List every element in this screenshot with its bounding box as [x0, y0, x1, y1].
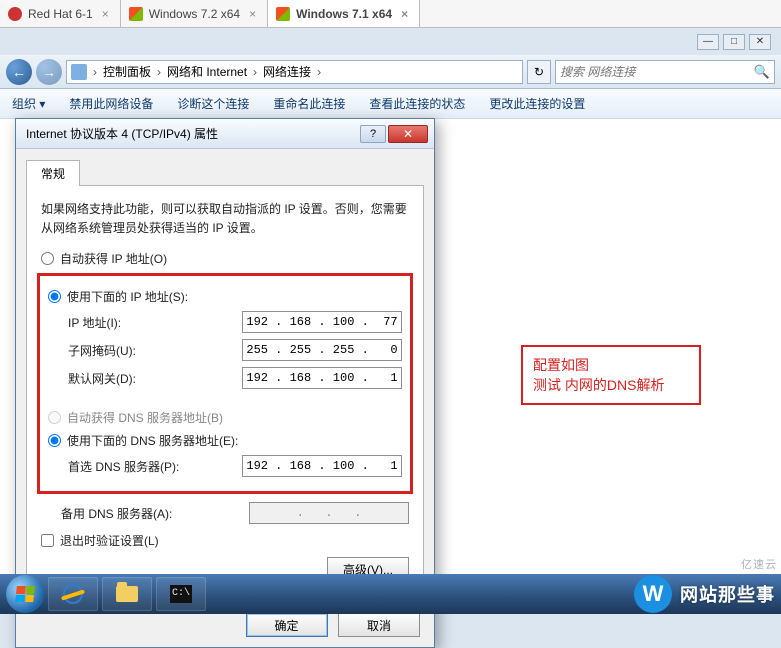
folder-icon	[116, 586, 138, 602]
vm-tab-bar: Red Hat 6-1 × Windows 7.2 x64 × Windows …	[0, 0, 781, 28]
minimize-button[interactable]: —	[697, 34, 719, 50]
close-button[interactable]: ✕	[388, 125, 428, 143]
auto-dns-radio	[48, 411, 61, 424]
cmd-icon: C:\	[170, 585, 192, 603]
refresh-button[interactable]: ↻	[527, 60, 551, 84]
watermark: W 网站那些事	[634, 574, 781, 614]
close-icon[interactable]: ×	[398, 7, 411, 21]
start-button[interactable]	[6, 575, 44, 613]
vm-tab-label: Red Hat 6-1	[28, 7, 93, 21]
annotation-line: 配置如图	[533, 355, 689, 375]
watermark-badge: W	[634, 575, 672, 613]
maximize-button[interactable]: □	[723, 34, 745, 50]
taskbar-ie[interactable]	[48, 577, 98, 611]
taskbar-cmd[interactable]: C:\	[156, 577, 206, 611]
ok-button[interactable]: 确定	[246, 613, 328, 637]
alternate-dns-label: 备用 DNS 服务器(A):	[61, 505, 249, 522]
network-icon	[71, 64, 87, 80]
vm-tab-label: Windows 7.2 x64	[149, 7, 240, 21]
dialog-title: Internet 协议版本 4 (TCP/IPv4) 属性	[26, 125, 218, 142]
highlight-box: 使用下面的 IP 地址(S): IP 地址(I): 子网掩码(U): 默认网关(…	[37, 273, 413, 494]
disable-device-button[interactable]: 禁用此网络设备	[57, 95, 165, 112]
subnet-mask-label: 子网掩码(U):	[68, 342, 242, 359]
chevron-right-icon: ›	[89, 65, 101, 79]
ip-address-label: IP 地址(I):	[68, 314, 242, 331]
ip-address-input[interactable]	[242, 311, 402, 333]
gateway-input[interactable]	[242, 367, 402, 389]
use-ip-label: 使用下面的 IP 地址(S):	[67, 288, 188, 305]
chevron-right-icon: ›	[153, 65, 165, 79]
breadcrumb-item[interactable]: 网络和 Internet	[167, 63, 247, 80]
close-icon[interactable]: ×	[99, 7, 112, 21]
preferred-dns-input[interactable]	[242, 455, 402, 477]
vm-tab-label: Windows 7.1 x64	[296, 7, 392, 21]
chevron-right-icon: ›	[313, 65, 325, 79]
auto-dns-label: 自动获得 DNS 服务器地址(B)	[67, 409, 223, 426]
use-ip-radio[interactable]	[48, 290, 61, 303]
linux-icon	[8, 7, 22, 21]
breadcrumb-item[interactable]: 控制面板	[103, 63, 151, 80]
vm-tab-win72[interactable]: Windows 7.2 x64 ×	[121, 0, 268, 27]
back-button[interactable]: ←	[6, 59, 32, 85]
vm-tab-win71[interactable]: Windows 7.1 x64 ×	[268, 0, 420, 27]
close-icon[interactable]: ×	[246, 7, 259, 21]
windows-logo-icon	[15, 586, 35, 602]
ipv4-properties-dialog: Internet 协议版本 4 (TCP/IPv4) 属性 ? ✕ 常规 如果网…	[15, 118, 435, 648]
search-box[interactable]: 🔍	[555, 60, 775, 84]
address-bar: ← → › 控制面板 › 网络和 Internet › 网络连接 › ↻ 🔍	[0, 55, 781, 89]
forward-button[interactable]: →	[36, 59, 62, 85]
watermark-text: 网站那些事	[680, 581, 775, 607]
validate-on-exit-label: 退出时验证设置(L)	[60, 532, 159, 549]
diagnose-button[interactable]: 诊断这个连接	[165, 95, 261, 112]
breadcrumb-item[interactable]: 网络连接	[263, 63, 311, 80]
gateway-label: 默认网关(D):	[68, 370, 242, 387]
vm-window-controls: — □ ✕	[697, 34, 771, 50]
rename-button[interactable]: 重命名此连接	[261, 95, 357, 112]
windows-icon	[276, 7, 290, 21]
command-bar: 组织 ▾ 禁用此网络设备 诊断这个连接 重命名此连接 查看此连接的状态 更改此连…	[0, 89, 781, 119]
chevron-right-icon: ›	[249, 65, 261, 79]
taskbar: C:\ W 网站那些事	[0, 574, 781, 614]
settings-button[interactable]: 更改此连接的设置	[477, 95, 597, 112]
ie-icon	[63, 584, 83, 604]
tab-general[interactable]: 常规	[26, 160, 80, 186]
use-dns-label: 使用下面的 DNS 服务器地址(E):	[67, 432, 238, 449]
cancel-button[interactable]: 取消	[338, 613, 420, 637]
validate-on-exit-checkbox[interactable]	[41, 534, 54, 547]
help-button[interactable]: ?	[360, 125, 386, 143]
subnet-mask-input[interactable]	[242, 339, 402, 361]
auto-ip-radio[interactable]	[41, 252, 54, 265]
alternate-dns-input[interactable]	[249, 502, 409, 524]
preferred-dns-label: 首选 DNS 服务器(P):	[68, 458, 242, 475]
breadcrumb[interactable]: › 控制面板 › 网络和 Internet › 网络连接 ›	[66, 60, 523, 84]
close-button[interactable]: ✕	[749, 34, 771, 50]
annotation-callout: 配置如图 测试 内网的DNS解析	[521, 345, 701, 405]
search-icon: 🔍	[754, 64, 770, 80]
windows-icon	[129, 7, 143, 21]
search-input[interactable]	[560, 65, 754, 79]
status-button[interactable]: 查看此连接的状态	[357, 95, 477, 112]
dialog-titlebar[interactable]: Internet 协议版本 4 (TCP/IPv4) 属性 ? ✕	[16, 119, 434, 149]
watermark-right: 亿速云	[741, 556, 777, 572]
dialog-description: 如果网络支持此功能，则可以获取自动指派的 IP 设置。否则，您需要从网络系统管理…	[41, 200, 409, 238]
auto-ip-label: 自动获得 IP 地址(O)	[60, 250, 167, 267]
vm-tab-redhat[interactable]: Red Hat 6-1 ×	[0, 0, 121, 27]
organize-menu[interactable]: 组织 ▾	[0, 95, 57, 112]
use-dns-radio[interactable]	[48, 434, 61, 447]
taskbar-explorer[interactable]	[102, 577, 152, 611]
annotation-line: 测试 内网的DNS解析	[533, 375, 689, 395]
